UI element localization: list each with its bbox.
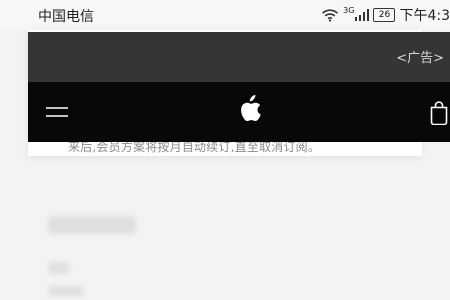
battery-level: 26 [378,10,391,20]
blurred-block [48,286,84,296]
signal-icon: 3G [343,5,370,21]
hamburger-menu-icon[interactable] [45,103,69,121]
apple-icon[interactable] [239,95,261,123]
network-type: 3G [343,5,355,15]
ad-label: <广告> [396,51,444,66]
shopping-bag-icon[interactable] [428,99,450,126]
carrier-name: 中国电信 [38,9,94,25]
blurred-block [48,216,136,234]
blurred-block [48,262,70,274]
status-indicators: 3G 26 下午4:3 [321,6,450,24]
apple-navigation-bar [28,82,450,142]
battery-icon: 26 [373,8,396,22]
status-bar: 中国电信 3G 26 下午4:3 [0,0,450,30]
wifi-icon [321,8,339,22]
time-label: 下午4:3 [399,8,450,24]
ad-banner: <广告> [28,32,450,82]
